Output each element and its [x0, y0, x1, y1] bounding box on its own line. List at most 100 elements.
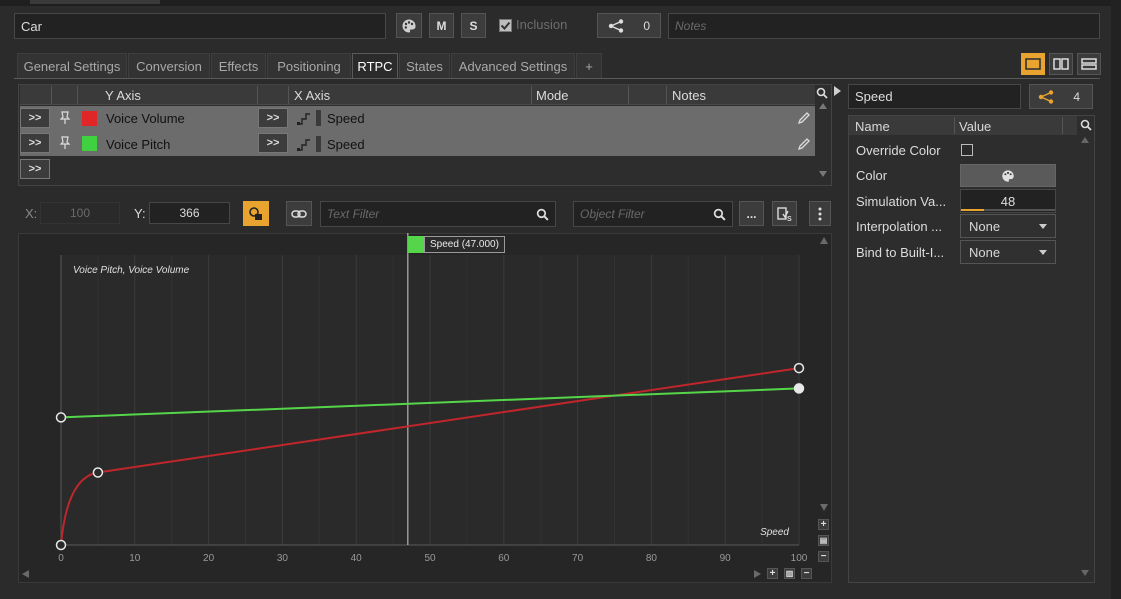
y-color-swatch — [82, 136, 97, 151]
graph-scroll-down[interactable] — [820, 504, 828, 511]
share-button[interactable]: 0 — [597, 13, 661, 38]
object-filter-input[interactable]: Object Filter — [573, 201, 733, 227]
palette-icon — [1002, 169, 1014, 182]
rtpc-name: Speed — [855, 89, 893, 104]
col-divider — [77, 86, 78, 104]
properties-scroll-up[interactable] — [1081, 137, 1089, 143]
curve-point-voice-volume[interactable] — [55, 539, 67, 551]
y-value: 366 — [179, 206, 200, 220]
bind-builtin-dropdown[interactable]: None — [960, 240, 1056, 264]
more-button[interactable]: ... — [739, 201, 764, 226]
color-palette-button[interactable] — [396, 13, 422, 38]
tab-effects[interactable]: Effects — [211, 53, 266, 79]
table-search-icon[interactable] — [816, 87, 828, 102]
tab-advanced-settings[interactable]: Advanced Settings — [451, 53, 575, 79]
x-label: X: — [25, 206, 38, 221]
col-header-mode[interactable]: Mode — [536, 88, 569, 103]
reference-count: 4 — [1073, 89, 1080, 104]
layout-vertical-split-button[interactable] — [1049, 53, 1073, 75]
y-value-field[interactable]: 366 — [149, 202, 230, 224]
layout-horizontal-split-button[interactable] — [1077, 53, 1101, 75]
zoom-out-y-button[interactable]: − — [818, 551, 829, 562]
override-color-checkbox[interactable] — [961, 144, 973, 156]
zoom-fit-y-button[interactable]: ▤ — [818, 535, 829, 546]
x-expand-button[interactable]: >> — [258, 133, 288, 153]
tab-states[interactable]: States — [399, 53, 450, 79]
properties-scroll-down[interactable] — [1081, 570, 1089, 576]
collapse-arrow-icon[interactable] — [834, 86, 841, 96]
col-divider — [1062, 117, 1063, 134]
vertical-split-icon — [1053, 58, 1069, 70]
graph-scroll-up[interactable] — [820, 237, 828, 244]
col-header-y-axis[interactable]: Y Axis — [105, 88, 141, 103]
pin-icon[interactable] — [59, 136, 71, 153]
snap-button[interactable] — [243, 201, 269, 226]
mute-label: M — [436, 18, 447, 33]
x-value: 100 — [69, 206, 91, 220]
solo-button[interactable]: S — [461, 13, 486, 38]
x-tick-label: 20 — [203, 553, 215, 564]
layout-single-button[interactable] — [1021, 53, 1045, 75]
cursor-marker[interactable] — [408, 236, 424, 253]
expand-button[interactable]: >> — [20, 108, 50, 128]
x-tick-label: 40 — [351, 553, 363, 564]
text-filter-input[interactable]: Text Filter — [320, 201, 556, 227]
tab-conversion[interactable]: Conversion — [128, 53, 210, 79]
object-filter-placeholder: Object Filter — [580, 207, 645, 221]
edit-pencil-icon[interactable] — [797, 137, 811, 154]
rtpc-name-field[interactable]: Speed — [848, 84, 1021, 109]
chevron-down-icon — [1039, 249, 1047, 255]
curve-point-voice-pitch[interactable] — [793, 383, 805, 394]
col-header-name[interactable]: Name — [855, 119, 890, 134]
col-header-value[interactable]: Value — [959, 119, 991, 134]
graph-scroll-right[interactable] — [754, 570, 761, 578]
color-picker-button[interactable] — [960, 164, 1056, 187]
curve-title: Voice Pitch, Voice Volume — [73, 265, 190, 276]
interpolation-dropdown[interactable]: None — [960, 214, 1056, 238]
zoom-out-x-button[interactable]: − — [801, 568, 812, 579]
notes-placeholder: Notes — [675, 19, 707, 33]
sync-selection-button[interactable]: S — [772, 201, 797, 226]
expand-button[interactable]: >> — [20, 133, 50, 153]
x-expand-button[interactable]: >> — [258, 108, 288, 128]
references-button[interactable]: 4 — [1029, 84, 1093, 109]
options-menu-button[interactable] — [809, 201, 831, 226]
tab-add[interactable]: + — [576, 53, 602, 79]
tab-positioning[interactable]: Positioning — [267, 53, 351, 79]
curve-graph[interactable]: 0 10 20 30 40 50 60 70 80 90 100 Voice Pitch, Voice… — [18, 233, 832, 583]
game-parameter-icon — [296, 110, 312, 129]
add-rtpc-button[interactable]: >> — [20, 159, 50, 179]
mute-button[interactable]: M — [429, 13, 454, 38]
curve-point-voice-volume[interactable] — [92, 467, 104, 478]
col-header-notes[interactable]: Notes — [672, 88, 706, 103]
table-scrollbar[interactable] — [817, 103, 829, 183]
y-label: Y: — [134, 206, 146, 221]
tab-rtpc[interactable]: RTPC — [352, 53, 398, 79]
curve-point-voice-pitch[interactable] — [55, 412, 67, 423]
scroll-up-arrow[interactable] — [819, 103, 827, 109]
object-name-field[interactable]: Car — [14, 13, 386, 39]
link-icon — [291, 209, 307, 218]
simulation-slider-track[interactable] — [961, 209, 1055, 211]
graph-scroll-left[interactable] — [22, 570, 29, 578]
prop-bind-builtin-label: Bind to Built-I... — [856, 245, 945, 260]
y-axis-name: Voice Volume — [106, 111, 185, 126]
notes-field[interactable]: Notes — [668, 13, 1100, 39]
scroll-down-arrow[interactable] — [819, 171, 827, 177]
edit-pencil-icon[interactable] — [797, 111, 811, 128]
curve-point-voice-volume[interactable] — [793, 362, 805, 374]
col-header-x-axis[interactable]: X Axis — [294, 88, 330, 103]
param-bar — [316, 136, 321, 152]
properties-search-icon[interactable] — [1080, 119, 1092, 134]
pin-icon[interactable] — [59, 111, 71, 128]
x-tick-label: 100 — [791, 553, 808, 564]
share-icon — [1038, 89, 1054, 104]
zoom-in-x-button[interactable]: + — [767, 568, 778, 579]
col-divider — [257, 86, 258, 104]
x-value-field[interactable]: 100 — [40, 202, 120, 224]
zoom-fit-x-button[interactable]: ▥ — [784, 568, 795, 579]
link-button[interactable] — [286, 201, 312, 226]
zoom-in-y-button[interactable]: + — [818, 519, 829, 530]
tab-general-settings[interactable]: General Settings — [17, 53, 127, 79]
inclusion-checkbox[interactable] — [499, 19, 512, 32]
